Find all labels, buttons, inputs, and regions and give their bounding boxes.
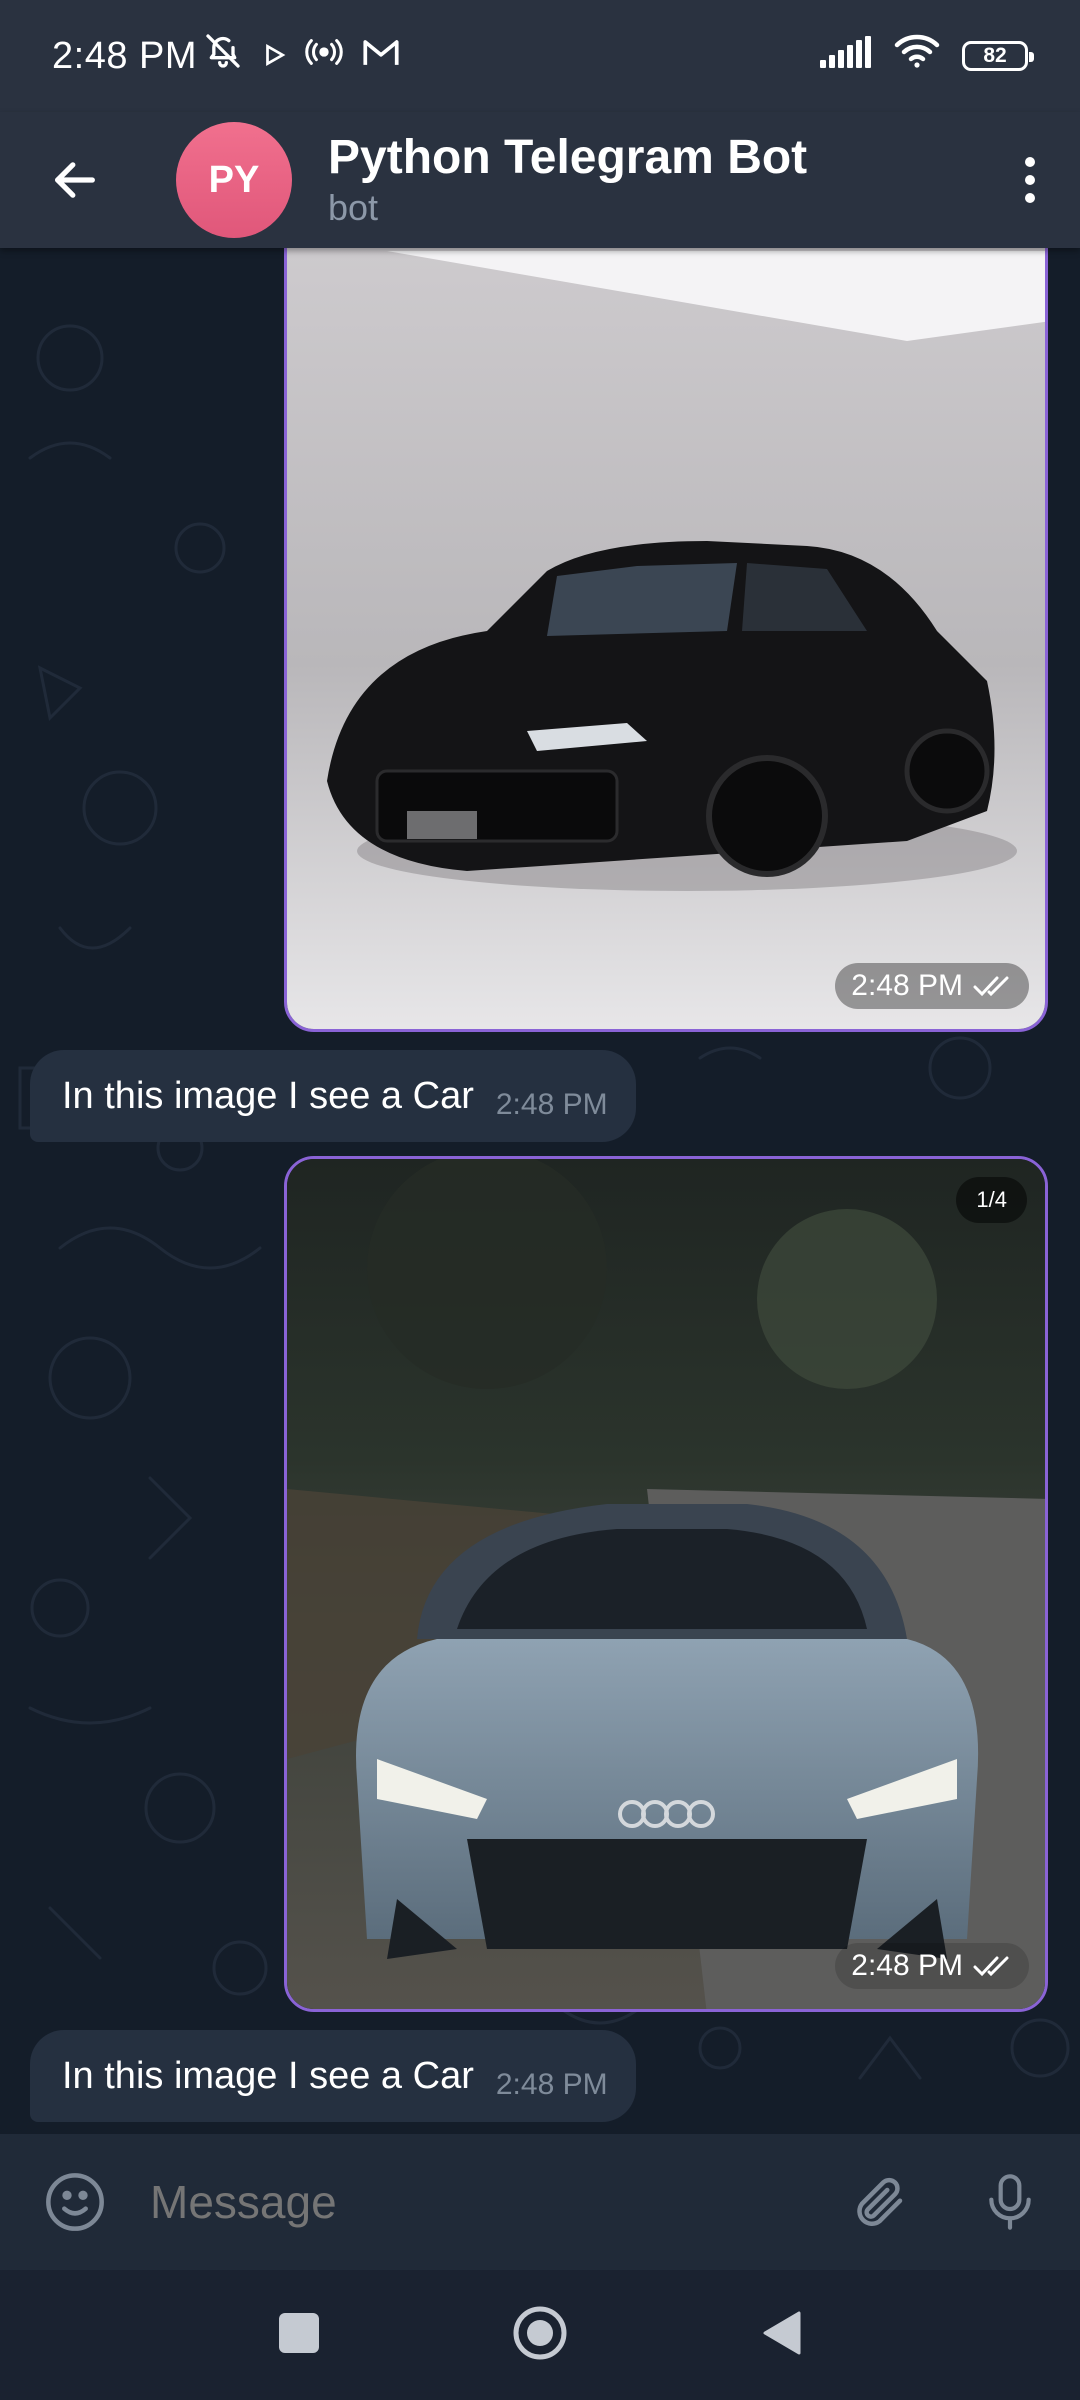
message-input[interactable] (150, 2175, 820, 2229)
photo-message[interactable]: 2:48 PM (284, 248, 1048, 1032)
emoji-button[interactable] (0, 2170, 150, 2234)
chat-header: PY Python Telegram Bot bot (0, 112, 1080, 248)
system-navigation-bar (0, 2270, 1080, 2400)
double-check-icon (973, 1956, 1009, 1977)
more-vertical-icon (1025, 157, 1035, 203)
chat-area[interactable]: 2:48 PM In this image I see a Car 2:48 P… (0, 248, 1080, 2134)
avatar[interactable]: PY (176, 122, 292, 238)
mute-icon (203, 31, 243, 81)
message-time: 2:48 PM (495, 2068, 608, 2101)
car-photo-blue-sports-car (287, 1159, 1045, 2009)
hotspot-icon (305, 35, 343, 78)
chat-subtitle: bot (328, 187, 379, 228)
wifi-icon (894, 33, 940, 79)
battery-level: 82 (983, 44, 1007, 67)
double-check-icon (973, 976, 1009, 997)
chat-title-block[interactable]: Python Telegram Bot bot (328, 130, 807, 230)
circle-icon (513, 2306, 567, 2359)
chat-title: Python Telegram Bot (328, 131, 808, 184)
incoming-text-message[interactable]: In this image I see a Car 2:48 PM (30, 2030, 636, 2122)
photo-time-text: 2:48 PM (851, 969, 963, 1002)
message-text: In this image I see a Car (62, 2054, 474, 2097)
square-icon (279, 2312, 319, 2353)
microphone-icon (989, 2174, 1031, 2230)
message-time: 2:48 PM (495, 1088, 608, 1121)
photo-timestamp: 2:48 PM (835, 963, 1029, 1009)
photo-timestamp: 2:48 PM (835, 1943, 1029, 1989)
back-button[interactable] (0, 112, 150, 248)
play-icon (261, 35, 287, 78)
triangle-back-icon (763, 2311, 801, 2354)
emoji-icon (46, 2173, 104, 2231)
back-arrow-icon (55, 162, 95, 198)
paperclip-icon (857, 2177, 903, 2226)
media-counter: 1/4 (956, 1177, 1027, 1223)
recents-button[interactable] (277, 2311, 321, 2360)
message-input-bar (0, 2134, 1080, 2270)
incoming-text-message[interactable]: In this image I see a Car 2:48 PM (30, 1050, 636, 1142)
status-bar: 2:48 PM 82 (0, 0, 1080, 112)
photo-message[interactable]: 1/4 2:48 PM (284, 1156, 1048, 2012)
home-button[interactable] (511, 2304, 569, 2367)
car-photo-black-wagon (287, 248, 1045, 1029)
voice-record-button[interactable] (940, 2170, 1080, 2234)
signal-icon (820, 35, 872, 78)
more-options-button[interactable] (980, 112, 1080, 248)
back-nav-button[interactable] (759, 2309, 803, 2362)
message-text: In this image I see a Car (62, 1074, 474, 1117)
status-time: 2:48 PM (52, 34, 198, 77)
photo-time-text: 2:48 PM (851, 1949, 963, 1982)
gmail-icon (361, 35, 401, 78)
avatar-initials: PY (208, 158, 260, 201)
attach-button[interactable] (820, 2172, 940, 2232)
battery-icon: 82 (962, 41, 1034, 71)
